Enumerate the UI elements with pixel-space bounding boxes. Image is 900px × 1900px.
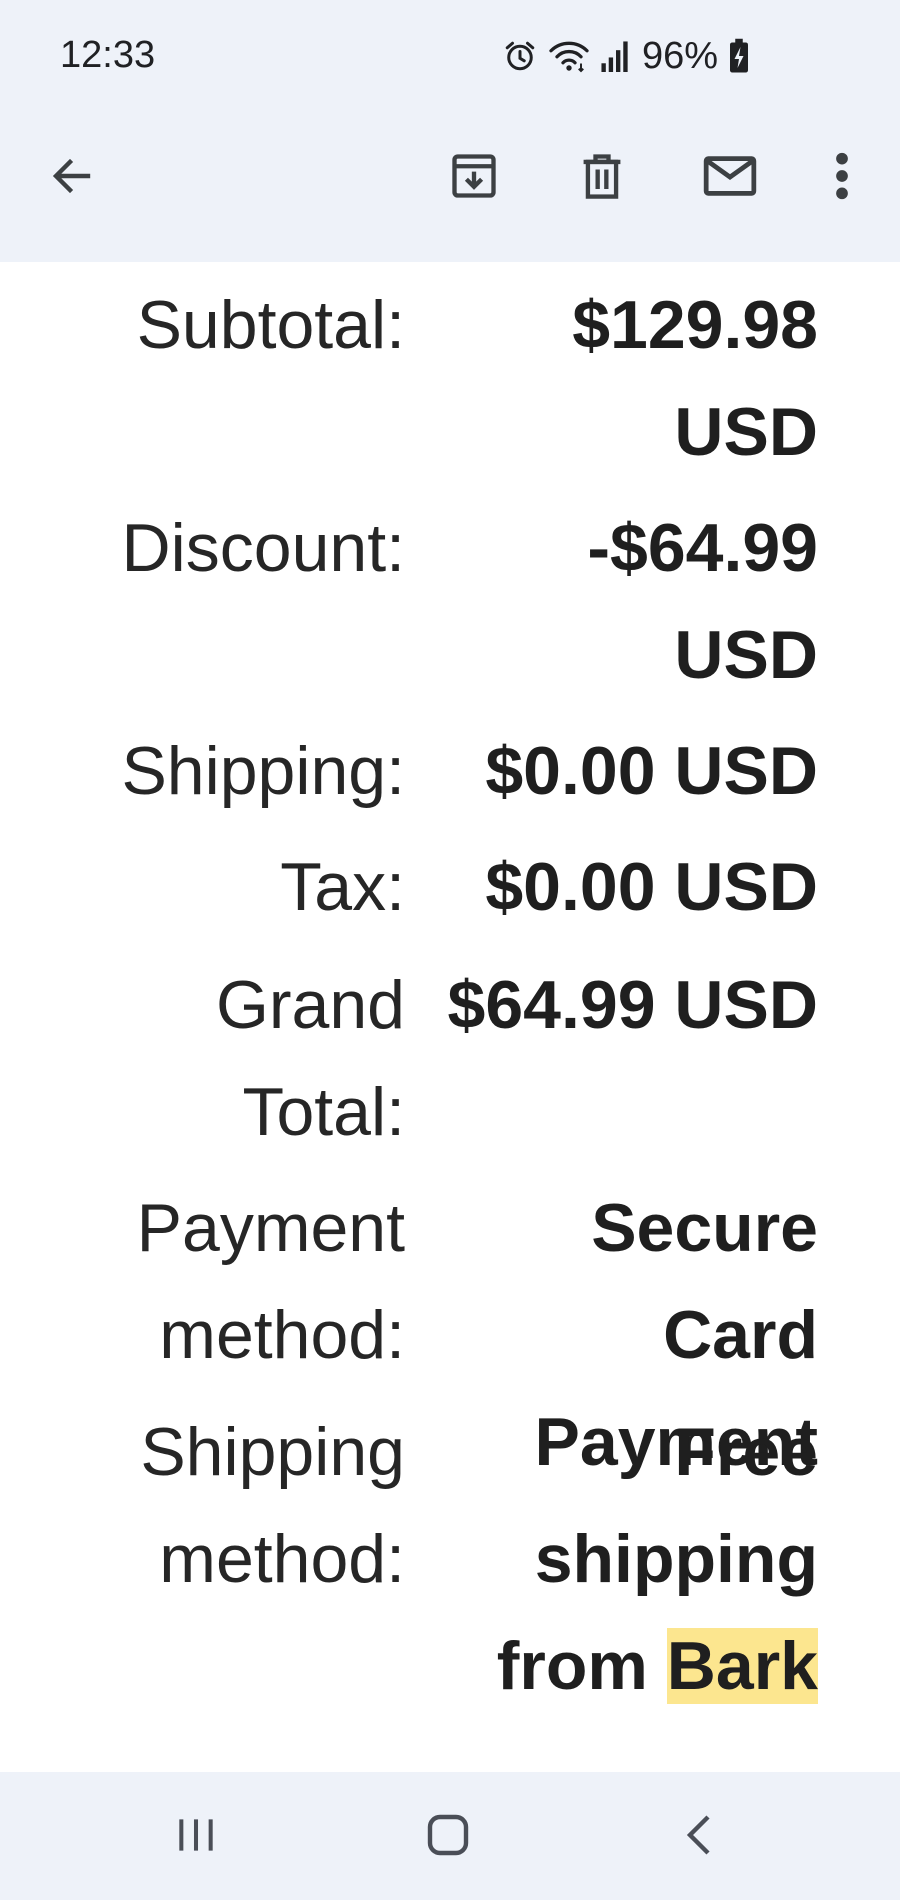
discount-amount: -$64.99 [587,510,818,586]
subtotal-currency: USD [674,394,818,470]
payment-method-value-line1: Secure Card [591,1190,818,1373]
shipping-label: Shipping: [121,733,405,809]
shipping-value: $0.00 USD [485,733,818,809]
discount-label: Discount: [121,510,405,586]
shipping-method-label-line1: Shipping [140,1414,405,1490]
grand-total-label-line1: Grand [216,967,405,1043]
recent-apps-button[interactable] [136,1792,256,1882]
shipping-method-value-line3: from Bark [440,1613,818,1720]
home-icon [424,1811,472,1864]
back-icon [680,1811,720,1864]
email-toolbar [0,130,900,222]
status-time: 12:33 [60,34,156,76]
grand-total-label-line2: Total: [242,1074,405,1150]
order-summary: Subtotal: $129.98 USD Discount: -$64.99 … [0,262,900,1772]
wifi-icon [548,38,590,74]
trash-icon [576,150,628,202]
search-highlight: Bark [666,1628,818,1704]
payment-method-label: Payment method: [60,1175,405,1389]
grand-total-label: Grand Total: [60,952,405,1166]
tax-label: Tax: [280,849,405,925]
discount-currency: USD [674,617,818,693]
status-bar: 12:33 96% [0,0,900,112]
battery-percentage: 96% [641,34,718,77]
payment-method-label-line2: method: [159,1297,405,1373]
battery-charging-icon [728,38,750,74]
top-app-bar: 12:33 96% [0,0,900,262]
more-options-button[interactable] [796,130,888,222]
shipping-method-label: Shipping method: [60,1399,405,1613]
shipping-method-value-line2: shipping [534,1521,818,1597]
archive-button[interactable] [428,130,520,222]
grand-total-value: $64.99 USD [447,967,818,1043]
recent-apps-icon [174,1813,218,1862]
mail-icon [701,150,759,202]
status-icons: 96% [502,34,750,78]
shipping-method-from: from [496,1628,667,1704]
back-arrow-icon [48,152,96,200]
home-button[interactable] [388,1792,508,1882]
signal-icon [600,38,632,74]
nav-back-button[interactable] [640,1792,760,1882]
mark-unread-button[interactable] [684,130,776,222]
payment-method-label-line1: Payment [136,1190,405,1266]
back-button[interactable] [26,130,118,222]
subtotal-amount: $129.98 [572,287,818,363]
alarm-icon [502,38,538,74]
system-navigation-bar [0,1772,900,1900]
tax-value: $0.00 USD [485,849,818,925]
subtotal-value: $129.98 USD [440,272,818,486]
more-vert-icon [832,150,852,202]
delete-button[interactable] [556,130,648,222]
subtotal-label: Subtotal: [136,287,405,363]
shipping-method-value-line1: Free [674,1414,818,1490]
discount-value: -$64.99 USD [440,495,818,709]
archive-icon [448,150,500,202]
shipping-method-label-line2: method: [159,1521,405,1597]
shipping-method-value: Free shipping from Bark [440,1399,818,1720]
